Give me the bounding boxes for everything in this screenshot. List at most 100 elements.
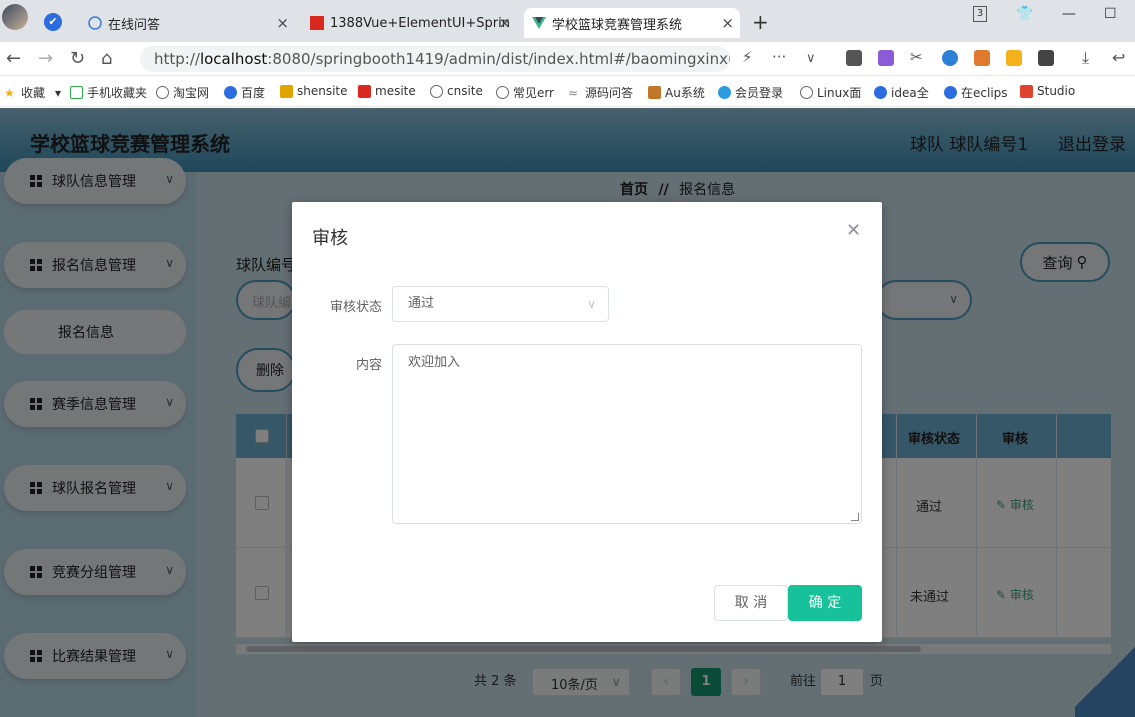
bookmark-item[interactable]: ≈ 源码问答 (568, 84, 633, 101)
url-prefix: http:// (154, 50, 200, 68)
close-icon[interactable]: ✕ (846, 220, 861, 241)
browser-tab-2[interactable]: 1388Vue+ElementUI+Sprin × (302, 8, 517, 38)
cloud-icon (718, 86, 731, 99)
baidu-icon (224, 86, 237, 99)
fox-ext-icon[interactable] (974, 50, 990, 66)
browser-logo-icon[interactable]: ✔ (44, 13, 62, 31)
bookmark-label: 收藏 (21, 86, 46, 100)
url-rest: :8080/springbooth1419/admin/dist/index.h… (267, 50, 730, 68)
bookmark-item[interactable]: 百度 (224, 84, 265, 101)
download-icon[interactable]: ⤓ (1082, 48, 1089, 68)
bookmark-label: idea全 (891, 86, 929, 100)
site-icon (1020, 84, 1033, 98)
bookmark-item[interactable]: Linux面 (800, 84, 862, 101)
globe-icon (430, 84, 443, 98)
address-bar-row: ← → ↻ ⌂ http://localhost:8080/springboot… (0, 42, 1135, 76)
question-site-icon (88, 16, 102, 30)
star-icon: ★ (4, 86, 15, 100)
undo-icon[interactable]: ↩ (1112, 48, 1125, 67)
bookmark-item[interactable]: Au系统 (648, 84, 705, 101)
maximize-icon[interactable]: ☐ (1104, 6, 1117, 22)
bookmark-item[interactable]: 淘宝网 (156, 84, 209, 101)
bookmark-label: 在eclips (961, 86, 1008, 100)
more-icon[interactable]: ··· (772, 48, 786, 66)
audit-dialog: 审核 ✕ 审核状态 通过 ∨ 内容 欢迎加入 取 消 确 定 (292, 202, 882, 642)
bookmark-label: Au系统 (665, 86, 705, 100)
bookmark-item[interactable]: cnsite (430, 84, 483, 98)
window-counter[interactable]: 3 (973, 6, 987, 22)
resize-handle-icon[interactable] (851, 513, 859, 521)
content-textarea[interactable]: 欢迎加入 (392, 344, 862, 524)
new-tab-icon[interactable]: + (752, 10, 769, 34)
bookmarks-bar: ★ 收藏 ▾ 手机收藏夹 淘宝网 百度 shensite mesite cnsite… (0, 77, 1135, 107)
audit-status-select[interactable]: 通过 ∨ (392, 286, 609, 322)
bookmark-label: 会员登录 (735, 86, 784, 100)
bookmark-item[interactable]: mesite (358, 84, 416, 98)
cancel-button[interactable]: 取 消 (714, 585, 788, 621)
browser-tab-label: 1388Vue+ElementUI+Sprin (330, 15, 510, 31)
site-icon (280, 84, 293, 98)
lightning-icon[interactable]: ⚡ (742, 48, 753, 66)
browser-tab-1[interactable]: 在线问答 × (80, 8, 295, 38)
wave-icon: ≈ (568, 86, 579, 100)
chevron-down-icon: ∨ (587, 297, 596, 311)
content-value: 欢迎加入 (408, 355, 461, 370)
back-icon[interactable]: ← (6, 48, 21, 69)
close-tab-icon[interactable]: × (721, 14, 734, 32)
forward-icon[interactable]: → (38, 48, 53, 69)
bookmark-item[interactable]: Studio (1020, 84, 1075, 98)
close-tab-icon[interactable]: × (498, 14, 511, 32)
content-label: 内容 (355, 358, 382, 373)
home-icon[interactable]: ⌂ (101, 48, 112, 69)
bookmark-label: shensite (297, 84, 348, 98)
browser-tab-label: 学校篮球竞赛管理系统 (552, 17, 683, 33)
url-input[interactable]: http://localhost:8080/springbooth1419/ad… (140, 46, 730, 72)
bookmark-item[interactable]: shensite (280, 84, 348, 98)
browser-tab-3-active[interactable]: 学校篮球竞赛管理系统 × (524, 8, 740, 38)
search-ext-icon[interactable] (942, 50, 958, 66)
site-favicon-icon (310, 16, 324, 30)
shirt-icon[interactable]: 👕 (1016, 6, 1033, 22)
extension-icon[interactable] (846, 50, 862, 66)
bookmark-label: 百度 (241, 86, 266, 100)
baidu-icon (874, 86, 887, 99)
close-tab-icon[interactable]: × (276, 14, 289, 32)
bookmark-label: 源码问答 (585, 86, 634, 100)
audit-status-value: 通过 (408, 296, 435, 311)
bookmark-label: Studio (1037, 84, 1076, 98)
globe-icon (156, 86, 169, 99)
profile-avatar[interactable] (2, 4, 28, 30)
globe-icon (496, 86, 509, 99)
bookmark-item[interactable]: 在eclips (944, 84, 1010, 101)
confirm-button[interactable]: 确 定 (788, 585, 862, 621)
bookmark-label: 常见err (512, 86, 554, 100)
shield-ext-icon[interactable] (1006, 50, 1022, 66)
bookmark-label: mesite (375, 84, 416, 98)
translate-icon[interactable] (878, 50, 894, 66)
dropdown-icon[interactable]: ∨ (806, 51, 816, 66)
dialog-title: 审核 (312, 228, 348, 249)
apps-icon[interactable] (1038, 50, 1054, 66)
bookmark-item[interactable]: 会员登录 (718, 84, 788, 101)
bookmark-label: 手机收藏夹 (87, 86, 148, 100)
status-label: 审核状态 (329, 300, 382, 315)
bookmark-item[interactable]: idea全 (874, 84, 932, 101)
reload-icon[interactable]: ↻ (70, 48, 85, 69)
browser-tab-bar: ✔ 在线问答 × 1388Vue+ElementUI+Sprin × 学校篮球竞… (0, 0, 1135, 42)
minimize-icon[interactable]: — (1062, 6, 1076, 22)
site-icon (358, 84, 371, 98)
globe-icon (800, 86, 813, 99)
vue-logo-icon (532, 17, 546, 29)
baidu-icon (944, 86, 957, 99)
bookmark-item[interactable]: 常见err (496, 84, 554, 101)
browser-tab-label: 在线问答 (108, 17, 161, 33)
bookmark-item[interactable]: ★ 收藏 ▾ (4, 84, 61, 101)
bookmark-label: cnsite (447, 84, 483, 98)
site-icon (648, 86, 661, 99)
url-host: localhost (199, 50, 268, 68)
scissors-icon[interactable]: ✂ (910, 48, 923, 66)
phone-icon (70, 86, 83, 99)
bookmark-label: 淘宝网 (173, 86, 210, 100)
bookmark-label: Linux面 (817, 86, 862, 100)
bookmark-item[interactable]: 手机收藏夹 (70, 84, 147, 101)
